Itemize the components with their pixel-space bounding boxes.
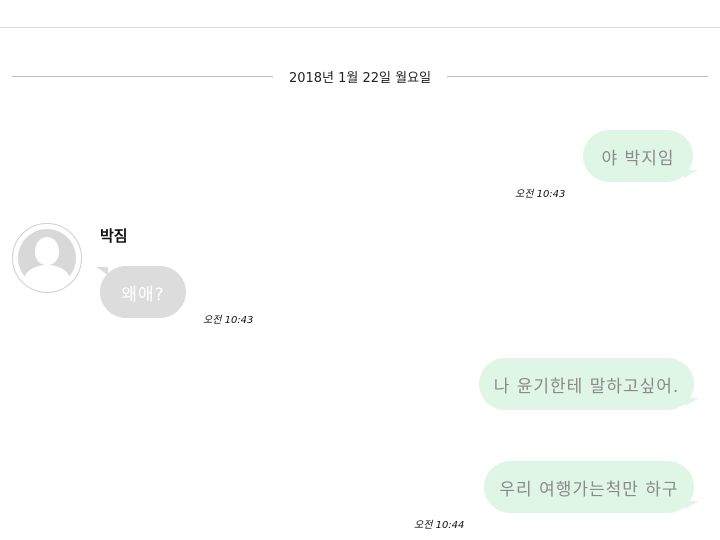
- message-text: 야 박지임: [601, 148, 675, 169]
- bubble-tail: [685, 398, 699, 406]
- date-divider-line-left: [12, 75, 273, 77]
- message-time: 오전 10:44: [414, 520, 465, 531]
- date-divider-line-right: [447, 75, 708, 77]
- message-time: 오전 10:43: [203, 315, 254, 326]
- message-text: 왜애?: [121, 284, 165, 305]
- sender-name: 박짐: [100, 227, 128, 245]
- incoming-message-bubble[interactable]: 왜애?: [100, 266, 186, 318]
- outgoing-message-bubble[interactable]: 나 윤기한테 말하고싶어.: [479, 358, 694, 410]
- date-divider: 2018년 1월 22일 월요일: [12, 64, 708, 88]
- message-text: 우리 여행가는척만 하구: [499, 479, 679, 500]
- bubble-tail: [684, 170, 698, 178]
- bubble-tail: [685, 501, 699, 509]
- message-time: 오전 10:43: [515, 189, 566, 200]
- message-text: 나 윤기한테 말하고싶어.: [493, 376, 680, 397]
- outgoing-message-bubble[interactable]: 야 박지임: [583, 130, 693, 182]
- top-divider: [0, 27, 720, 28]
- outgoing-message-bubble[interactable]: 우리 여행가는척만 하구: [484, 461, 694, 513]
- sender-avatar-icon[interactable]: [12, 223, 82, 293]
- date-label: 2018년 1월 22일 월요일: [288, 70, 432, 86]
